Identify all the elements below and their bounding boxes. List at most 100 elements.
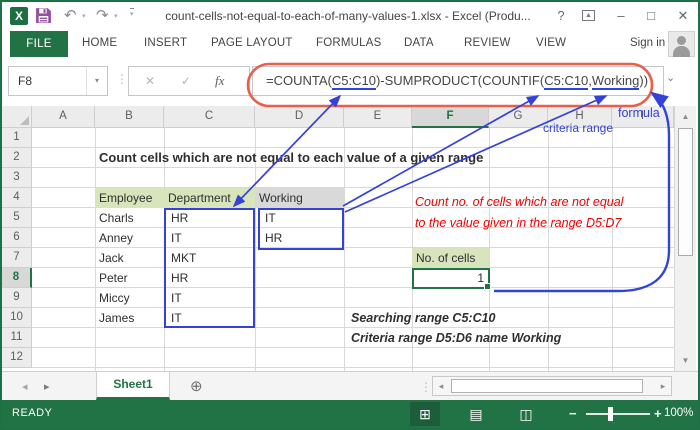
highlight-box-search-range-C5-C10 (164, 208, 255, 328)
normal-view-icon[interactable]: ⊞ (410, 402, 440, 426)
select-all-corner[interactable] (2, 106, 32, 128)
separator-dots-icon: ⋮ (116, 72, 128, 86)
avatar-icon (677, 36, 686, 45)
formula-range-3: Working (591, 73, 640, 90)
cell-B2-title[interactable]: Count cells which are not equal to each … (95, 148, 535, 168)
add-sheet-icon[interactable]: ⊕ (190, 377, 203, 395)
zoom-level[interactable]: 100% (664, 407, 693, 419)
scroll-down-icon[interactable]: ▼ (675, 352, 696, 369)
tab-page-layout[interactable]: PAGE LAYOUT (211, 37, 293, 49)
col-header-D[interactable]: D (255, 106, 344, 128)
cancel-icon[interactable]: ✕ (145, 67, 155, 95)
sheet-tab-sheet1[interactable]: Sheet1 (96, 372, 170, 400)
row-header-11[interactable]: 11 (2, 328, 32, 348)
maximize-icon[interactable]: □ (642, 8, 660, 23)
redo-icon[interactable]: ↷ (96, 6, 109, 26)
cell-B7[interactable]: Jack (95, 248, 164, 268)
row-header-7[interactable]: 7 (2, 248, 32, 268)
row-header-9[interactable]: 9 (2, 288, 32, 308)
cell-D4[interactable]: Working (255, 188, 344, 208)
window-title: count-cells-not-equal-to-each-of-many-va… (165, 9, 531, 23)
formula-input[interactable]: =COUNTA(C5:C10)-SUMPRODUCT(COUNTIF(C5:C1… (252, 66, 664, 96)
formula-text: =COUNTA( (266, 73, 332, 88)
highlight-box-criteria-range-D5-D6 (258, 208, 344, 250)
cell-E10-note[interactable]: Searching range C5:C10 (347, 308, 587, 328)
page-break-view-icon[interactable]: ◫ (511, 402, 541, 426)
row-header-4[interactable]: 4 (2, 188, 32, 208)
cell-E11-note[interactable]: Criteria range D5:D6 name Working (347, 328, 617, 348)
row-header-6[interactable]: 6 (2, 228, 32, 248)
col-header-C[interactable]: C (164, 106, 255, 128)
col-header-F[interactable]: F (412, 106, 489, 128)
col-header-B[interactable]: B (95, 106, 164, 128)
row-header-10[interactable]: 10 (2, 308, 32, 328)
formula-range-1: C5:C10 (331, 73, 376, 90)
tab-data[interactable]: DATA (404, 37, 434, 49)
expand-formula-bar-icon[interactable]: ⌄ (666, 71, 675, 84)
cell-B9[interactable]: Miccy (95, 288, 164, 308)
criteria-range-label: criteria range (543, 121, 614, 135)
undo-icon[interactable]: ↶ (64, 6, 77, 26)
sheet-nav-left-icon[interactable]: ◂ (22, 380, 28, 393)
tab-file[interactable]: FILE (10, 31, 68, 57)
sheet-nav-right-icon[interactable]: ▸ (44, 380, 50, 393)
save-icon[interactable] (35, 7, 52, 29)
separator-dots-icon: ⋮ (420, 380, 432, 394)
customize-quick-access-icon[interactable]: ▾ (130, 8, 134, 18)
selected-cell-F8[interactable] (412, 268, 491, 290)
red-annotation-line2: to the value given in the range D5:D7 (415, 216, 622, 230)
cell-B5[interactable]: Charls (95, 208, 164, 228)
scroll-right-icon[interactable]: ▸ (655, 377, 671, 395)
zoom-slider-thumb[interactable] (608, 407, 613, 421)
sheet-tab-strip: ◂ ▸ Sheet1 ⊕ ⋮ ◂ ▸ (2, 371, 698, 400)
row-header-12[interactable]: 12 (2, 348, 32, 368)
formula-buttons: ✕ ✓ fx (128, 66, 250, 96)
cell-B6[interactable]: Anney (95, 228, 164, 248)
ribbon-display-options-icon[interactable]: ▲ (582, 10, 595, 21)
formula-label: formula (618, 106, 660, 120)
horizontal-scroll-thumb[interactable] (451, 379, 643, 393)
row-header-3[interactable]: 3 (2, 168, 32, 188)
help-icon[interactable]: ? (552, 8, 570, 23)
scroll-up-icon[interactable]: ▲ (675, 108, 696, 125)
tab-review[interactable]: REVIEW (464, 37, 511, 49)
redo-dropdown-icon[interactable]: ▾ (114, 12, 118, 20)
enter-icon[interactable]: ✓ (181, 67, 191, 95)
cell-B4[interactable]: Employee (95, 188, 164, 208)
row-header-2[interactable]: 2 (2, 148, 32, 168)
minimize-icon[interactable]: – (612, 8, 630, 23)
tab-formulas[interactable]: FORMULAS (316, 37, 382, 49)
name-box-dropdown-icon[interactable]: ▾ (86, 67, 107, 95)
cell-C4[interactable]: Department (164, 188, 255, 208)
col-header-G[interactable]: G (489, 106, 548, 128)
horizontal-scrollbar[interactable]: ◂ ▸ (432, 376, 672, 396)
sign-in-button[interactable]: Sign in (630, 37, 665, 49)
status-bar: READY ⊞ ▤ ◫ − + 100% (2, 400, 698, 428)
row-header-8[interactable]: 8 (2, 268, 32, 288)
tab-home[interactable]: HOME (82, 37, 117, 49)
formula-text: )-SUMPRODUCT(COUNTIF( (375, 73, 545, 88)
scroll-left-icon[interactable]: ◂ (433, 377, 449, 395)
col-header-A[interactable]: A (32, 106, 95, 128)
cell-B10[interactable]: James (95, 308, 164, 328)
cell-B8[interactable]: Peter (95, 268, 164, 288)
vertical-scroll-thumb[interactable] (678, 128, 693, 256)
col-header-E[interactable]: E (344, 106, 412, 128)
undo-dropdown-icon[interactable]: ▾ (82, 12, 86, 20)
formula-bar: F8 ▾ ⋮ ✕ ✓ fx =COUNTA(C5:C10)-SUMPRODUCT… (2, 58, 698, 106)
close-icon[interactable]: ✕ (674, 8, 692, 24)
zoom-out-icon[interactable]: − (569, 406, 577, 421)
status-mode: READY (12, 407, 53, 419)
row-header-1[interactable]: 1 (2, 128, 32, 148)
zoom-slider-track[interactable] (586, 413, 650, 415)
cell-F7[interactable]: No. of cells (412, 248, 489, 268)
page-layout-view-icon[interactable]: ▤ (461, 402, 491, 426)
insert-function-icon[interactable]: fx (215, 67, 224, 95)
name-box[interactable]: F8 ▾ (8, 66, 108, 96)
user-avatar[interactable] (668, 31, 695, 57)
zoom-in-icon[interactable]: + (654, 406, 662, 421)
vertical-scrollbar[interactable]: ▲ ▼ (674, 106, 696, 371)
row-header-5[interactable]: 5 (2, 208, 32, 228)
tab-view[interactable]: VIEW (536, 37, 566, 49)
tab-insert[interactable]: INSERT (144, 37, 187, 49)
